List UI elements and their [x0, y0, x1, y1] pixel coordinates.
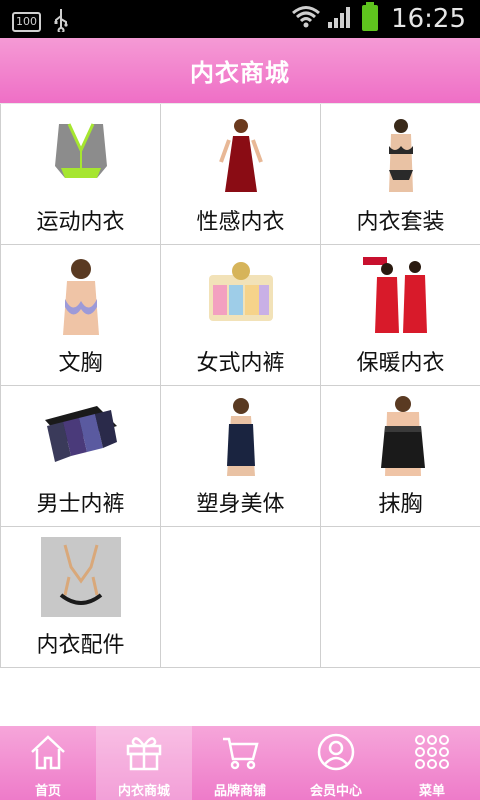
category-item-shapewear[interactable]: 塑身美体: [161, 386, 321, 527]
category-label: 女式内裤: [196, 351, 285, 376]
user-icon: [316, 732, 356, 776]
tab-member-center[interactable]: 会员中心: [288, 726, 384, 800]
lingerie-set-icon: [361, 114, 441, 194]
tab-label: 菜单: [418, 784, 445, 799]
category-label: 运动内衣: [36, 210, 125, 235]
category-label: 内衣套装: [356, 210, 445, 235]
tab-label: 会员中心: [309, 784, 362, 799]
category-item-mens-underwear[interactable]: 男士内裤: [1, 386, 161, 527]
category-item-thermal-underwear[interactable]: 保暖内衣: [321, 245, 480, 386]
empty-cell: [321, 527, 480, 668]
empty-cell: [161, 527, 321, 668]
accessories-icon: [40, 537, 121, 617]
category-label: 内衣配件: [36, 633, 125, 658]
page-title: 内衣商城: [190, 59, 290, 87]
thermal-underwear-icon: [361, 255, 441, 335]
tab-label: 品牌商铺: [213, 784, 266, 799]
bottom-tab-bar: 首页 内衣商城 品牌商铺 会员中心 菜单: [0, 726, 480, 800]
category-label: 性感内衣: [196, 210, 285, 235]
usb-icon: [53, 8, 69, 36]
bra-icon: [41, 255, 121, 335]
wifi-icon: [291, 4, 321, 34]
tab-lingerie-mall[interactable]: 内衣商城: [96, 726, 192, 800]
womens-underwear-icon: [201, 255, 281, 335]
category-item-accessories[interactable]: 内衣配件: [1, 527, 161, 668]
category-grid: 运动内衣 性感内衣 内衣套装 文胸 女式内裤 保暖内衣 男士内裤 塑身美体 抹胸…: [0, 104, 480, 668]
category-label: 文胸: [58, 351, 103, 376]
home-icon: [28, 732, 68, 776]
tab-home[interactable]: 首页: [0, 726, 96, 800]
category-label: 男士内裤: [36, 492, 125, 517]
sports-bra-icon: [41, 114, 121, 194]
header-bar: 内衣商城: [0, 38, 480, 104]
category-label: 保暖内衣: [356, 351, 445, 376]
category-item-womens-underwear[interactable]: 女式内裤: [161, 245, 321, 386]
battery-icon: [361, 2, 379, 36]
shapewear-icon: [201, 396, 281, 476]
category-item-sports-bra[interactable]: 运动内衣: [1, 104, 161, 245]
category-item-lingerie-set[interactable]: 内衣套装: [321, 104, 480, 245]
tab-menu[interactable]: 菜单: [384, 726, 480, 800]
category-item-tube-top[interactable]: 抹胸: [321, 386, 480, 527]
battery-percent-indicator: 100: [12, 12, 41, 32]
category-label: 抹胸: [378, 492, 423, 517]
gift-icon: [124, 732, 164, 776]
tab-label: 首页: [34, 784, 61, 799]
cart-icon: [220, 732, 260, 776]
signal-strength-icon: [327, 4, 355, 34]
mens-underwear-icon: [41, 396, 121, 476]
category-label: 塑身美体: [196, 492, 285, 517]
tab-label: 内衣商城: [117, 784, 170, 799]
tube-top-icon: [361, 396, 441, 476]
category-item-bra[interactable]: 文胸: [1, 245, 161, 386]
status-bar: 100 16:25: [0, 0, 480, 38]
category-item-sexy-lingerie[interactable]: 性感内衣: [161, 104, 321, 245]
sexy-lingerie-icon: [200, 114, 281, 194]
grid-menu-icon: [412, 732, 452, 776]
tab-brand-stores[interactable]: 品牌商铺: [192, 726, 288, 800]
status-clock: 16:25: [391, 4, 466, 34]
